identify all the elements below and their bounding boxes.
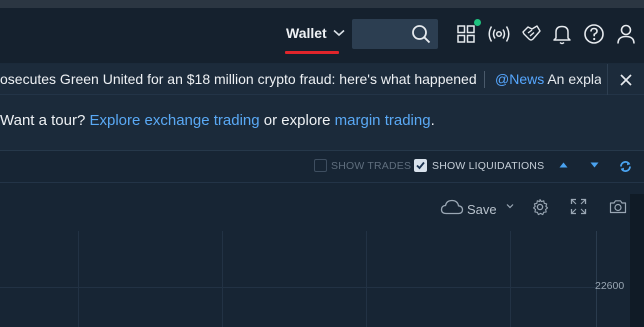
user-icon[interactable]: [614, 22, 638, 46]
ticker-headline[interactable]: osecutes Green United for an $18 million…: [0, 71, 477, 87]
close-icon: [620, 73, 632, 86]
show-liquidations-checkbox[interactable]: [414, 159, 427, 172]
ticker-news-text: An expla: [547, 71, 601, 87]
margin-trading-link[interactable]: margin trading: [335, 112, 431, 129]
chart-controls: SHOW TRADES SHOW LIQUIDATIONS: [0, 151, 644, 183]
grid-vline: [510, 231, 511, 327]
wallet-active-underline: [285, 51, 339, 54]
ticker-news-tag: @News: [495, 71, 545, 87]
browser-top-strip: [0, 0, 644, 8]
tour-banner: Want a tour? Explore exchange trading or…: [0, 112, 435, 129]
price-axis-border: [596, 231, 597, 327]
ticker-close-button[interactable]: [607, 64, 644, 95]
help-icon[interactable]: [582, 22, 606, 46]
fullscreen-icon[interactable]: [570, 198, 587, 215]
refresh-icon[interactable]: [619, 160, 632, 173]
collapse-up-icon[interactable]: [559, 162, 568, 168]
handshake-icon[interactable]: [519, 22, 543, 46]
ticker-divider: [484, 71, 485, 88]
tour-middle: or explore: [263, 112, 331, 129]
notification-dot: [474, 19, 481, 26]
search-icon[interactable]: [411, 24, 431, 44]
search-input[interactable]: [352, 19, 438, 49]
gear-icon[interactable]: [531, 198, 549, 216]
expand-down-icon[interactable]: [590, 162, 599, 168]
cloud-icon[interactable]: [440, 199, 464, 215]
news-ticker: osecutes Green United for an $18 million…: [0, 64, 644, 95]
main-header: Wallet: [0, 8, 644, 63]
wallet-label: Wallet: [286, 25, 327, 41]
show-trades-checkbox[interactable]: [314, 159, 327, 172]
chart-scrollbar[interactable]: [630, 194, 644, 327]
grid-vline: [78, 231, 79, 327]
chevron-down-icon: [333, 29, 345, 37]
grid-vline: [366, 231, 367, 327]
broadcast-icon[interactable]: [485, 22, 513, 46]
grid-hline: [0, 287, 596, 288]
bell-icon[interactable]: [550, 22, 574, 46]
tour-suffix: .: [430, 112, 435, 129]
ticker-news-item[interactable]: @News An expla: [495, 71, 601, 87]
checkmark-icon: [416, 161, 425, 170]
apps-grid-icon[interactable]: [454, 22, 478, 46]
grid-vline: [222, 231, 223, 327]
show-liquidations-label[interactable]: SHOW LIQUIDATIONS: [432, 160, 544, 172]
price-chart[interactable]: 22600: [0, 231, 630, 327]
price-axis-label: 22600: [595, 280, 625, 292]
show-trades-label[interactable]: SHOW TRADES: [331, 160, 411, 172]
wallet-menu[interactable]: Wallet: [286, 25, 345, 41]
chart-panel: SHOW TRADES SHOW LIQUIDATIONS Save 22600: [0, 150, 644, 327]
camera-icon[interactable]: [609, 199, 627, 214]
save-button[interactable]: Save: [467, 202, 497, 217]
tour-prefix: Want a tour?: [0, 112, 86, 129]
explore-exchange-link[interactable]: Explore exchange trading: [90, 112, 260, 129]
chart-toolbar: Save: [0, 195, 644, 221]
chevron-down-icon[interactable]: [506, 203, 514, 209]
